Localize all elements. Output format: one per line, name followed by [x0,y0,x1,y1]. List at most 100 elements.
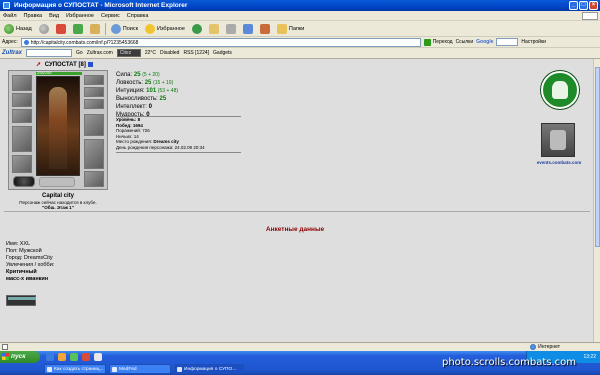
links-label[interactable]: Ссылки [456,39,474,45]
city-label: Capital city [41,193,74,199]
mail-button[interactable] [207,22,221,35]
mail-icon [208,23,219,34]
taskbar-item-active[interactable]: Информация о СУПО... [174,364,244,374]
refresh-button[interactable] [71,22,85,35]
menu-edit[interactable]: Правка [24,11,43,20]
profile-city: Город: DreamsCity [6,255,53,261]
boots-slot[interactable] [84,171,104,187]
leggings-slot[interactable] [84,139,104,169]
earrings-slot[interactable] [12,93,32,107]
site-counter-badge[interactable] [6,295,36,306]
armor-slot[interactable] [12,155,32,173]
equipment-panel [8,70,108,190]
stat-label: Выносливость: [116,96,158,102]
city-field[interactable]: Citez [116,49,141,57]
stat-row: Ловкость: 25 (15 + 10) [116,79,178,87]
popup-blocker-status[interactable]: Disabled [160,50,179,56]
start-button[interactable]: пуск [0,351,40,363]
menu-help[interactable]: Справка [127,11,149,20]
google-search-input[interactable] [496,38,519,46]
zultrax-go-button[interactable]: Go [76,50,83,56]
clan-emblem-icon[interactable] [541,71,579,109]
quicklaunch-app-icon[interactable] [70,353,78,361]
google-label: Google [476,39,494,45]
zultrax-logo: Zultrax [2,50,23,56]
watermark: photo.scrolls.combats.com [442,357,577,368]
quicklaunch-app-icon[interactable] [82,353,90,361]
stat-value: 25 [144,80,152,86]
gloves-slot[interactable] [84,75,104,85]
info-icon[interactable] [87,61,93,67]
google-settings-button[interactable]: Настройки [521,39,546,45]
go-label: Переход [432,39,453,45]
search-button[interactable]: Поиск [109,22,140,35]
forward-button[interactable] [37,22,51,35]
zultrax-search-input[interactable] [26,49,73,57]
character-header: ➚ СУПОСТАТ [8] [36,61,93,68]
stop-icon [55,23,66,34]
taskbar-item[interactable]: MedFed [109,364,171,374]
shield-slot[interactable] [84,114,104,136]
windows-logo-icon [582,12,598,20]
stat-bonus: (53 + 48) [157,88,179,94]
character-name: СУПОСТАТ [44,62,77,68]
home-button[interactable] [88,22,102,35]
menu-view[interactable]: Вид [49,11,59,20]
character-level: [8] [78,62,86,68]
go-button[interactable]: Переход [423,38,453,46]
stat-row: Выносливость: 25 [116,95,178,103]
zultrax-site-link[interactable]: Zultrax.com [87,50,113,56]
menu-tools[interactable]: Сервис [101,11,120,20]
stat-value: 0 [148,104,152,110]
menu-favorites[interactable]: Избранное [66,11,94,20]
minimize-button[interactable]: _ [569,1,578,10]
clock[interactable]: 13:22 [583,354,596,360]
avatar-figure [49,87,67,169]
history-button[interactable] [190,22,204,35]
discuss-button[interactable] [258,22,272,35]
edit-button[interactable] [241,22,255,35]
scrollbar-thumb[interactable] [595,67,600,247]
weapon-slot[interactable] [12,126,32,152]
profile-name: Имя: XXL [6,241,31,247]
character-meta: Уровень: 8 Побед: 1694 Поражений: 726 Ни… [116,117,205,151]
favorites-button[interactable]: Избранное [143,22,187,35]
rings-slot[interactable] [84,87,104,97]
quicklaunch-app-icon[interactable] [94,353,102,361]
helmet-slot[interactable] [12,75,32,91]
hp-bar: 255/255 [36,70,82,75]
address-label: Адрес: [2,39,18,45]
menu-bar: Файл Правка Вид Избранное Сервис Справка [0,11,600,21]
events-link[interactable]: events.combats.com [533,160,585,165]
hp-value: 255/255 [37,70,52,75]
toolbar-separator [104,22,106,35]
stat-label: Сила: [116,72,133,78]
print-button[interactable] [224,22,238,35]
profile-hobby-label: Увлечения / хобби: [6,262,55,268]
weather-temp[interactable]: 22°C [145,50,156,56]
zultrax-toolbar: Zultrax Go Zultrax.com Citez 22°C Disabl… [0,48,600,59]
belt-slot[interactable] [13,176,35,187]
folders-button[interactable]: Папки [275,22,306,35]
character-avatar [36,76,80,176]
quicklaunch-app-icon[interactable] [58,353,66,361]
menu-file[interactable]: Файл [3,11,17,20]
location-name: "Обш. Этаж 1" [42,205,74,210]
amulet-slot[interactable] [12,109,32,123]
bracer-slot[interactable] [84,99,104,109]
close-button[interactable]: × [589,1,598,10]
stop-button[interactable] [54,22,68,35]
taskbar-item[interactable]: Как создать страниц... [44,364,106,374]
events-banner-icon[interactable] [541,123,575,157]
rss-button[interactable]: RSS [1224] [183,50,209,56]
stat-row: Интуиция: 101 (53 + 48) [116,87,178,95]
vertical-scrollbar[interactable] [593,59,600,342]
go-arrow-icon [423,38,431,46]
history-icon [191,23,202,34]
maximize-button[interactable]: □ [579,1,588,10]
back-button[interactable]: Назад [2,22,34,35]
address-input[interactable]: http://capitalcity.combats.com/inf.pl?12… [20,37,421,47]
gadgets-button[interactable]: Gadgets [213,50,232,56]
page-done-icon [2,344,8,350]
quicklaunch-ie-icon[interactable] [46,353,54,361]
